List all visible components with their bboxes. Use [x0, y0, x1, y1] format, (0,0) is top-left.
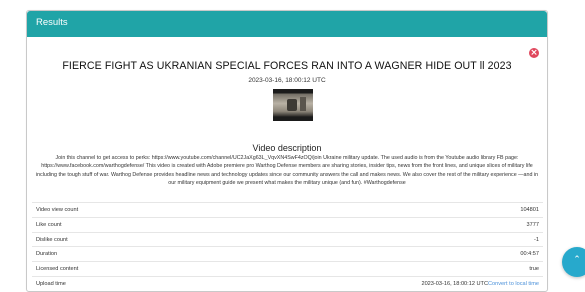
duration-label: Duration — [36, 251, 58, 258]
video-date: 2023-03-16, 18:00:12 UTC — [248, 77, 326, 84]
table-row: Upload time 2023-03-16, 18:00:12 UTCConv… — [32, 275, 543, 291]
upload-time-value: 2023-03-16, 18:00:12 UTC — [421, 280, 488, 287]
thumbnail-figure — [287, 99, 297, 111]
panel-header: Results — [27, 11, 547, 37]
view-count-label: Video view count — [36, 207, 79, 213]
stats-table: Video view count 104801 Like count 3777 … — [32, 202, 543, 291]
licensed-content-value: true — [529, 266, 539, 273]
convert-to-local-time-link[interactable]: Convert to local time — [488, 281, 539, 287]
panel-title: Results — [36, 17, 68, 28]
upload-time-cell: 2023-03-16, 18:00:12 UTCConvert to local… — [421, 277, 539, 291]
description-text: Join this channel to get access to perks… — [35, 155, 539, 186]
dislike-count-label: Dislike count — [36, 236, 68, 243]
table-row: Like count 3777 — [32, 216, 543, 232]
duration-value: 00:4:57 — [520, 251, 539, 258]
table-row: Video view count 104801 — [32, 202, 543, 217]
description-heading: Video description — [252, 143, 322, 153]
view-count-value: 104801 — [520, 207, 539, 213]
chevron-up-icon: ⌃ — [573, 255, 581, 265]
table-row: Dislike count -1 — [32, 231, 543, 247]
table-row: Licensed content true — [32, 261, 543, 276]
upload-time-label: Upload time — [36, 280, 66, 287]
video-thumbnail[interactable] — [273, 89, 313, 121]
dislike-count-value: -1 — [534, 236, 539, 243]
thumbnail-figure-2 — [300, 97, 306, 111]
licensed-content-label: Licensed content — [36, 266, 79, 273]
like-count-label: Like count — [36, 221, 62, 228]
like-count-value: 3777 — [526, 221, 539, 228]
close-icon[interactable]: × — [529, 48, 539, 58]
results-panel: Results × FIERCE FIGHT AS UKRANIAN SPECI… — [26, 10, 548, 292]
scroll-to-top-button[interactable]: ⌃ — [562, 247, 585, 277]
video-title: FIERCE FIGHT AS UKRANIAN SPECIAL FORCES … — [62, 60, 512, 72]
table-row: Duration 00:4:57 — [32, 246, 543, 261]
